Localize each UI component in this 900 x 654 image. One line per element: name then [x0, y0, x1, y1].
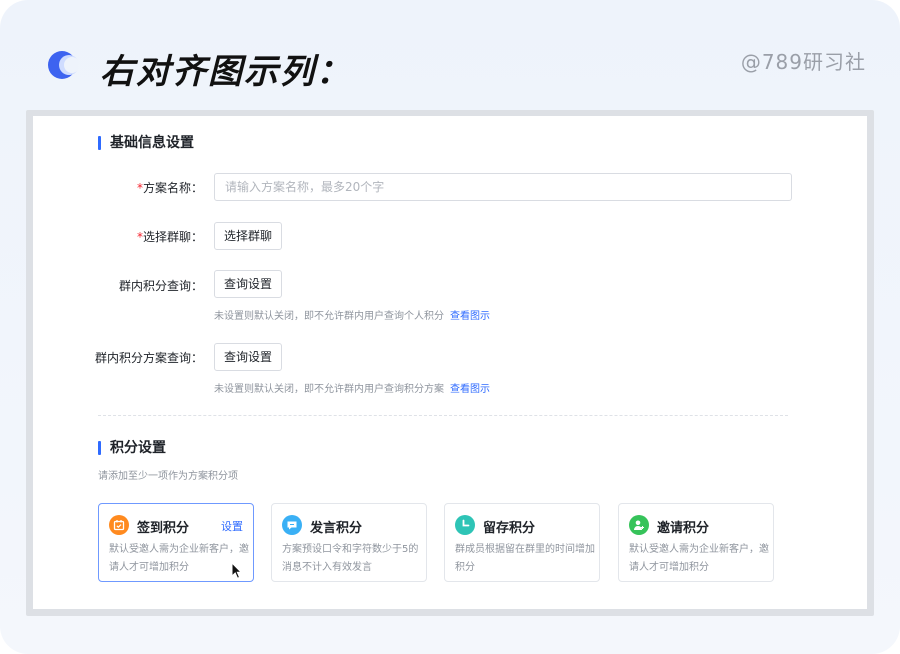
- plan-name-input[interactable]: 请输入方案名称，最多20个字: [214, 173, 792, 201]
- group-chat-label: *选择群聊：: [33, 228, 203, 245]
- calendar-check-icon: [109, 515, 129, 535]
- section-title-points: 积分设置: [98, 440, 166, 456]
- option-desc: 方案预设口令和字符数少于5的消息不计入有效发言: [282, 544, 419, 573]
- option-title: 邀请积分: [657, 521, 710, 536]
- user-add-icon: [629, 515, 649, 535]
- plan-query-view-example-link[interactable]: 查看图示: [450, 384, 490, 395]
- option-title: 留存积分: [483, 521, 536, 536]
- points-query-settings-button[interactable]: 查询设置: [214, 270, 283, 298]
- group-chat-label-text: 选择群聊：: [142, 230, 203, 244]
- option-card-retention[interactable]: 留存积分 群成员根据留在群里的时间增加积分: [444, 503, 600, 582]
- plan-name-placeholder: 请输入方案名称，最多20个字: [225, 180, 385, 194]
- option-card-speech[interactable]: 发言积分 方案预设口令和字符数少于5的消息不计入有效发言: [271, 503, 427, 582]
- crescent-logo-icon: [48, 51, 78, 79]
- points-query-view-example-link[interactable]: 查看图示: [450, 311, 490, 322]
- plan-name-label: *方案名称：: [33, 179, 203, 196]
- section-divider: [98, 415, 788, 416]
- option-title: 发言积分: [310, 521, 363, 536]
- watermark: @789研习社: [740, 50, 866, 74]
- option-settings-link[interactable]: 设置: [221, 518, 243, 534]
- plan-query-hint: 未设置则默认关闭，即不允许群内用户查询积分方案 查看图示: [214, 380, 490, 395]
- form-card: 基础信息设置 *方案名称： 请输入方案名称，最多20个字 *选择群聊： 选择群聊…: [33, 116, 867, 609]
- group-points-query-label: 群内积分查询：: [118, 279, 203, 293]
- option-desc: 默认受邀人需为企业新客户，邀请人才可增加积分: [109, 544, 249, 573]
- plan-query-hint-text: 未设置则默认关闭，即不允许群内用户查询积分方案: [214, 384, 444, 395]
- option-desc: 群成员根据留在群里的时间增加积分: [455, 544, 595, 573]
- section-title-basic: 基础信息设置: [98, 135, 194, 151]
- page-title: 右对齐图示列：: [100, 52, 352, 92]
- option-title: 签到积分: [137, 521, 190, 536]
- points-section-hint: 请添加至少一项作为方案积分项: [98, 471, 238, 482]
- points-query-hint-text: 未设置则默认关闭，即不允许群内用户查询个人积分: [214, 311, 444, 322]
- plan-name-label-text: 方案名称：: [142, 181, 203, 195]
- mouse-cursor-icon: [231, 562, 243, 579]
- group-plan-query-label: 群内积分方案查询：: [94, 351, 203, 365]
- points-query-hint: 未设置则默认关闭，即不允许群内用户查询个人积分 查看图示: [214, 307, 490, 322]
- plan-query-settings-button[interactable]: 查询设置: [214, 343, 283, 371]
- select-group-chat-button[interactable]: 选择群聊: [214, 222, 283, 250]
- chat-bubble-icon: [282, 515, 302, 535]
- option-card-invite[interactable]: 邀请积分 默认受邀人需为企业新客户，邀请人才可增加积分: [618, 503, 774, 582]
- clock-icon: [455, 515, 475, 535]
- option-desc: 默认受邀人需为企业新客户，邀请人才可增加积分: [629, 544, 769, 573]
